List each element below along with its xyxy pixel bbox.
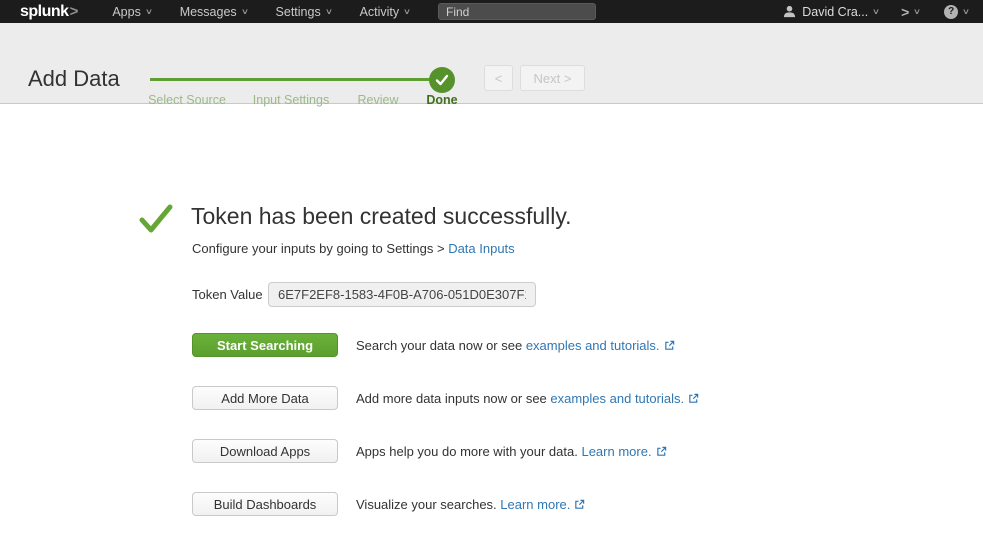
nav-right-group: David Cra... ∨ > ∨ ? ∨ <box>783 4 969 20</box>
action-row-download-apps: Download Apps Apps help you do more with… <box>192 439 699 463</box>
token-value-label: Token Value <box>192 287 268 302</box>
learn-more-link[interactable]: Learn more. <box>581 444 651 459</box>
action-description: Add more data inputs now or see examples… <box>356 391 699 406</box>
configure-hint-text: Configure your inputs by going to Settin… <box>192 241 448 256</box>
find-search-input[interactable] <box>438 3 596 20</box>
configure-hint: Configure your inputs by going to Settin… <box>192 241 515 256</box>
page-title: Add Data <box>28 66 120 92</box>
success-title: Token has been created successfully. <box>191 203 572 230</box>
action-description: Visualize your searches. Learn more. <box>356 497 585 512</box>
help-menu[interactable]: ? ∨ <box>944 5 969 19</box>
chevron-down-icon: ∨ <box>962 7 970 16</box>
back-button[interactable]: < <box>484 65 513 91</box>
action-row-add-more-data: Add More Data Add more data inputs now o… <box>192 386 699 410</box>
find-search <box>438 3 596 21</box>
external-link-icon <box>574 499 585 510</box>
nav-item-activity[interactable]: Activity ∨ <box>346 0 424 23</box>
examples-tutorials-link[interactable]: examples and tutorials. <box>526 338 660 353</box>
stepper-progress-line <box>150 78 438 81</box>
nav-item-apps[interactable]: Apps ∨ <box>98 0 165 23</box>
user-name: David Cra... <box>802 5 868 19</box>
chevron-down-icon: ∨ <box>913 7 921 16</box>
nav-item-messages[interactable]: Messages ∨ <box>166 0 262 23</box>
top-navbar: splunk > Apps ∨ Messages ∨ Settings ∨ Ac… <box>0 0 983 23</box>
chevron-down-icon: ∨ <box>325 7 333 16</box>
action-description: Search your data now or see examples and… <box>356 338 675 353</box>
nav-item-settings[interactable]: Settings ∨ <box>262 0 346 23</box>
chevron-down-icon: ∨ <box>241 7 249 16</box>
step-review: Review <box>358 93 399 107</box>
nav-menu: Apps ∨ Messages ∨ Settings ∨ Activity ∨ <box>98 0 424 23</box>
external-link-icon <box>688 393 699 404</box>
action-row-start-searching: Start Searching Search your data now or … <box>192 333 699 357</box>
user-icon <box>783 5 796 18</box>
next-steps-actions: Start Searching Search your data now or … <box>192 333 699 539</box>
external-link-icon <box>656 446 667 457</box>
step-input-settings: Input Settings <box>253 93 329 107</box>
stepper-done-check-icon <box>429 67 455 93</box>
token-value-field[interactable] <box>268 282 536 307</box>
quick-links-menu[interactable]: > ∨ <box>901 4 920 20</box>
add-data-done-page: splunk > Apps ∨ Messages ∨ Settings ∨ Ac… <box>0 0 983 539</box>
action-description: Apps help you do more with your data. Le… <box>356 444 667 459</box>
success-check-icon <box>139 202 173 236</box>
chevron-down-icon: ∨ <box>403 7 411 16</box>
splunk-logo[interactable]: splunk > <box>20 0 78 23</box>
next-button[interactable]: Next > <box>520 65 585 91</box>
learn-more-link[interactable]: Learn more. <box>500 497 570 512</box>
download-apps-button[interactable]: Download Apps <box>192 439 338 463</box>
wizard-header: Add Data Select Source Input Settings Re… <box>0 23 983 104</box>
action-row-build-dashboards: Build Dashboards Visualize your searches… <box>192 492 699 516</box>
splunk-logo-text: splunk <box>20 0 69 23</box>
build-dashboards-button[interactable]: Build Dashboards <box>192 492 338 516</box>
help-icon: ? <box>944 5 958 19</box>
arrow-right-icon: > <box>901 4 909 20</box>
token-row: Token Value <box>192 282 536 307</box>
chevron-down-icon: ∨ <box>872 7 880 16</box>
external-link-icon <box>664 340 675 351</box>
data-inputs-link[interactable]: Data Inputs <box>448 241 515 256</box>
add-more-data-button[interactable]: Add More Data <box>192 386 338 410</box>
examples-tutorials-link[interactable]: examples and tutorials. <box>550 391 684 406</box>
step-select-source: Select Source <box>148 93 226 107</box>
start-searching-button[interactable]: Start Searching <box>192 333 338 357</box>
splunk-logo-caret-icon: > <box>70 3 79 20</box>
step-done: Done <box>426 93 457 107</box>
chevron-down-icon: ∨ <box>145 7 153 16</box>
user-menu[interactable]: David Cra... ∨ <box>783 5 879 19</box>
